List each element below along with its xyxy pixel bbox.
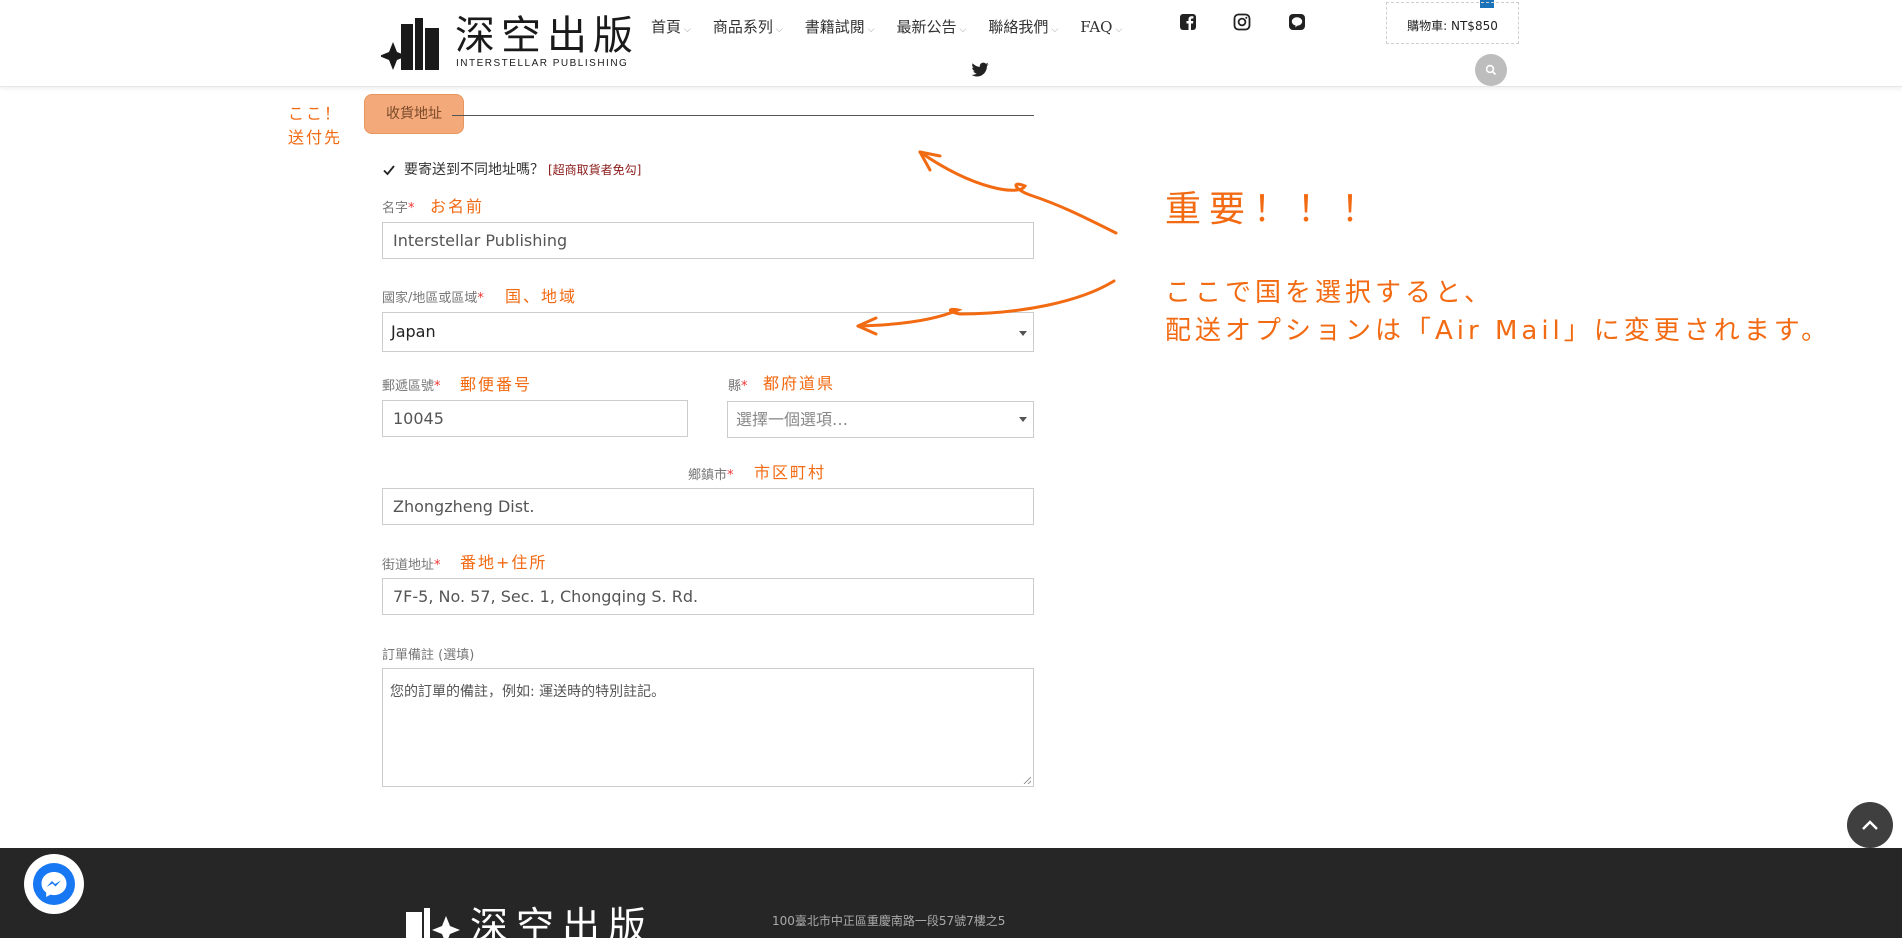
chevron-down-icon: ⌵ [684, 25, 691, 35]
street-label: 街道地址* [382, 558, 441, 573]
site-footer: 深空出版 100臺北市中正區重慶南路一段57號7樓之5 [0, 848, 1902, 948]
city-label: 鄉鎮市* [688, 468, 734, 483]
order-notes-textarea[interactable]: 您的訂單的備註，例如: 運送時的特別註記。 [382, 668, 1034, 787]
name-label: 名字* [382, 201, 415, 216]
country-label: 國家/地區或區域* [382, 291, 484, 306]
logo-chinese-text: 深空出版 [455, 13, 639, 59]
annotation-arrows [856, 150, 1118, 336]
arrow-to-section [918, 150, 1118, 235]
annotation-state: 都府道県 [763, 374, 836, 393]
state-select[interactable]: 選擇一個選項… [727, 401, 1034, 438]
site-header: 深空出版 INTERSTELLAR PUBLISHING 首頁 ⌵ 商品系列 ⌵ 書… [0, 0, 1902, 87]
nav-products[interactable]: 商品系列 ⌵ [713, 16, 783, 40]
annotation-city: 市区町村 [754, 463, 827, 482]
annotation-koko: ここ！ 送付先 [288, 104, 343, 147]
annotation-country: 国、地域 [505, 287, 578, 306]
state-label: 縣* [728, 379, 748, 394]
nav-faq[interactable]: FAQ ⌵ [1080, 16, 1122, 40]
annotation-important: 重要！！！ [1165, 189, 1386, 230]
facebook-icon[interactable] [1179, 13, 1197, 31]
chevron-up-icon [1862, 820, 1878, 830]
logo-english-text: INTERSTELLAR PUBLISHING [456, 58, 629, 69]
footer-logo-mark-icon [406, 908, 460, 948]
ship-different-note: [超商取貨者免勾] [548, 162, 642, 177]
logo-mark-icon [381, 18, 439, 70]
twitter-icon[interactable] [971, 62, 989, 78]
street-field[interactable]: 7F-5, No. 57, Sec. 1, Chongqing S. Rd. [382, 578, 1034, 615]
search-button[interactable] [1475, 54, 1507, 86]
ship-different-checkbox[interactable] [382, 162, 396, 176]
checkmark-icon [383, 165, 395, 176]
section-divider [452, 115, 1034, 116]
name-field[interactable]: Interstellar Publishing [382, 222, 1034, 259]
chevron-down-icon: ⌵ [867, 25, 875, 35]
resize-grip-icon[interactable] [1023, 776, 1031, 784]
city-field[interactable]: Zhongzheng Dist. [382, 488, 1034, 525]
messenger-chat-button[interactable] [24, 854, 84, 914]
shipping-address-tab: 收貨地址 [364, 94, 464, 134]
notes-label: 訂單備註 (選填) [382, 648, 475, 663]
nav-news[interactable]: 最新公告 ⌵ [897, 16, 967, 40]
chevron-down-icon: ⌵ [1115, 25, 1123, 35]
instagram-icon[interactable] [1233, 13, 1251, 31]
annotation-name: お名前 [430, 197, 485, 216]
ship-different-label: 要寄送到不同地址嗎？ [404, 162, 544, 178]
annotation-street: 番地+住所 [460, 553, 548, 572]
dropdown-arrow-icon [1019, 417, 1027, 422]
back-to-top-button[interactable] [1847, 802, 1893, 848]
annotation-note: ここで国を選択すると、 配送オプションは「Air Mail」に変更されます。 [1165, 278, 1832, 346]
chevron-down-icon: ⌵ [959, 25, 967, 35]
country-select[interactable]: Japan [382, 312, 1034, 352]
nav-home[interactable]: 首頁 ⌵ [651, 16, 691, 40]
postcode-field[interactable]: 10045 [382, 400, 688, 437]
ship-different-row[interactable]: 要寄送到不同地址嗎？ [超商取貨者免勾] [382, 160, 641, 178]
postcode-label: 郵遞區號* [382, 379, 441, 394]
nav-preview[interactable]: 書籍試閱 ⌵ [805, 16, 875, 40]
footer-address: 100臺北市中正區重慶南路一段57號7樓之5 [772, 914, 1006, 928]
cart-button[interactable]: 購物車: NT$850 [1386, 2, 1519, 44]
chevron-down-icon: ⌵ [1051, 25, 1059, 35]
annotation-postcode: 郵便番号 [460, 375, 533, 394]
line-icon[interactable] [1288, 13, 1306, 31]
nav-contact[interactable]: 聯絡我們 ⌵ [988, 16, 1058, 40]
main-nav: 首頁 ⌵ 商品系列 ⌵ 書籍試閱 ⌵ 最新公告 ⌵ 聯絡我們 ⌵ FAQ ⌵ [651, 16, 1144, 40]
dropdown-arrow-icon [1019, 331, 1027, 336]
messenger-icon [33, 863, 75, 905]
footer-logo-text: 深空出版 [470, 904, 655, 948]
chevron-down-icon: ⌵ [775, 25, 783, 35]
search-icon [1485, 64, 1497, 76]
site-logo[interactable]: 深空出版 INTERSTELLAR PUBLISHING [381, 14, 633, 74]
